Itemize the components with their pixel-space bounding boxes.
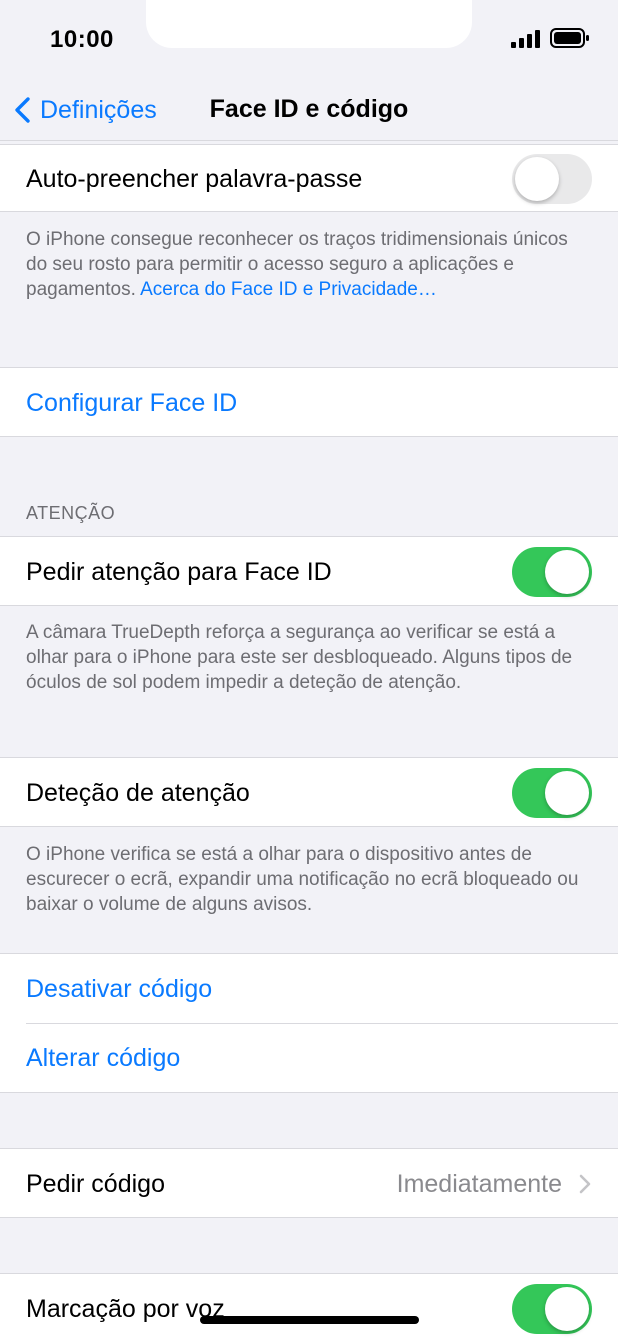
notch [146, 0, 472, 48]
voice-dial-label: Marcação por voz [26, 1295, 225, 1323]
attention-detection-description: O iPhone verifica se está a olhar para o… [26, 844, 579, 915]
autofill-password-label: Auto-preencher palavra-passe [26, 165, 363, 193]
autofill-password-toggle[interactable] [512, 154, 592, 204]
toggle-knob [545, 550, 589, 594]
page-title: Face ID e código [0, 95, 618, 124]
toggle-knob [515, 157, 559, 201]
status-time: 10:00 [50, 26, 114, 53]
disable-passcode-link[interactable]: Desativar código [26, 975, 212, 1004]
toggle-knob [545, 771, 589, 815]
faceid-description: O iPhone consegue reconhecer os traços t… [26, 227, 592, 302]
divider [26, 1023, 618, 1024]
require-attention-row: Pedir atenção para Face ID [0, 536, 618, 606]
attention-detection-toggle[interactable] [512, 768, 592, 818]
require-passcode-label: Pedir código [26, 1170, 165, 1198]
navigation-bar: Definições Face ID e código [0, 80, 618, 141]
battery-icon [550, 28, 589, 48]
status-bar: 10:00 [0, 0, 618, 80]
passcode-group: Desativar código Alterar código [0, 953, 618, 1093]
attention-detection-label: Deteção de atenção [26, 779, 250, 807]
require-attention-description: A câmara TrueDepth reforça a segurança a… [26, 622, 573, 693]
require-attention-toggle[interactable] [512, 547, 592, 597]
autofill-password-row: Auto-preencher palavra-passe [0, 144, 618, 212]
require-passcode-value: Imediatamente [396, 1170, 562, 1198]
attention-section-header: ATENÇÃO [26, 503, 116, 523]
change-passcode-link[interactable]: Alterar código [26, 1044, 180, 1073]
attention-detection-row: Deteção de atenção [0, 757, 618, 827]
toggle-knob [545, 1287, 589, 1331]
signal-icon [511, 30, 540, 48]
page-title-text: Face ID e código [209, 95, 409, 123]
chevron-right-icon [579, 1174, 591, 1194]
home-indicator [200, 1316, 419, 1324]
voice-dial-row: Marcação por voz [0, 1273, 618, 1343]
require-passcode-row[interactable]: Pedir código Imediatamente [0, 1148, 618, 1218]
setup-faceid-link[interactable]: Configurar Face ID [26, 389, 237, 418]
setup-faceid-row[interactable]: Configurar Face ID [0, 367, 618, 437]
voice-dial-toggle[interactable] [512, 1284, 592, 1334]
require-attention-label: Pedir atenção para Face ID [26, 558, 332, 586]
faceid-privacy-link[interactable]: Acerca do Face ID e Privacidade… [140, 279, 437, 300]
